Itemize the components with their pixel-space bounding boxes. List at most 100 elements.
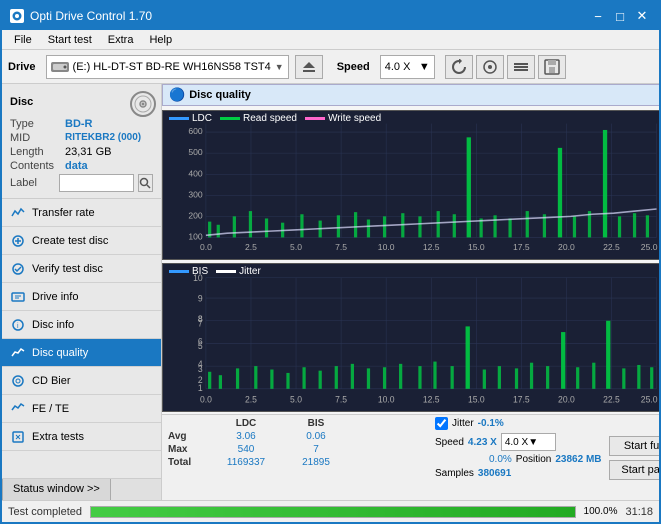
stats-avg-row: Avg 3.06 0.06 (166, 430, 431, 443)
disc-button[interactable] (476, 55, 504, 79)
nav-transfer-rate-label: Transfer rate (32, 207, 95, 219)
time-display: 31:18 (625, 506, 653, 518)
minimize-button[interactable]: − (589, 7, 607, 25)
avg-jitter-empty (351, 430, 431, 443)
max-bis: 7 (281, 443, 351, 456)
menu-help[interactable]: Help (141, 32, 180, 48)
disc-section-title: Disc (10, 96, 33, 108)
nav-verify-test-disc-label: Verify test disc (32, 263, 103, 275)
action-buttons: Start full Start part (609, 417, 659, 498)
nav-disc-info-label: Disc info (32, 319, 74, 331)
stats-total-row: Total 1169337 21895 (166, 456, 431, 469)
status-window-button[interactable]: Status window >> (2, 479, 111, 501)
svg-text:15.0: 15.0 (468, 394, 485, 404)
svg-text:5: 5 (198, 340, 203, 350)
disc-info-icon: i (10, 317, 26, 333)
svg-text:12.5: 12.5 (423, 394, 440, 404)
chart2: BIS Jitter (162, 263, 659, 413)
start-full-button[interactable]: Start full (609, 436, 659, 456)
disc-contents-value: data (65, 160, 88, 172)
max-ldc: 540 (211, 443, 281, 456)
chart2-svg: 10 9 8 8 7 6 5 4 3 2 1 10% 8% 6 (163, 264, 659, 412)
svg-text:600: 600 (188, 126, 203, 136)
samples-label: Samples (435, 468, 474, 479)
jitter-checkbox[interactable] (435, 417, 448, 430)
stats-col-jitter-header (351, 417, 431, 430)
stats-col-bis-header: BIS (281, 417, 351, 430)
max-jitter-row: 0.0% Position 23862 MB (435, 454, 605, 465)
total-ldc: 1169337 (211, 456, 281, 469)
nav-create-test-disc-label: Create test disc (32, 235, 108, 247)
svg-text:20.0: 20.0 (558, 394, 575, 404)
close-button[interactable]: ✕ (633, 7, 651, 25)
content-area: 🔵 Disc quality LDC Read speed (162, 84, 659, 500)
svg-text:22.5: 22.5 (603, 394, 620, 404)
speed-stat-label: Speed (435, 437, 464, 448)
sidebar-item-extra-tests[interactable]: Extra tests (2, 423, 161, 451)
nav-fe-te-label: FE / TE (32, 403, 69, 415)
svg-text:100: 100 (188, 232, 203, 242)
drive-selector[interactable]: (E:) HL-DT-ST BD-RE WH16NS58 TST4 ▼ (46, 55, 289, 79)
disc-icon (129, 90, 153, 114)
start-part-button[interactable]: Start part (609, 460, 659, 480)
main-area: Disc Type BD-R MID RITEKBR2 (000) Length… (2, 84, 659, 500)
refresh-button[interactable] (445, 55, 473, 79)
disc-label-input[interactable] (59, 174, 134, 192)
svg-text:10.0: 10.0 (378, 394, 395, 404)
svg-text:25.0 GB: 25.0 GB (641, 242, 659, 252)
eject-button[interactable] (295, 55, 323, 79)
save-button[interactable] (538, 55, 566, 79)
sidebar-item-fe-te[interactable]: FE / TE (2, 395, 161, 423)
svg-text:7.5: 7.5 (335, 242, 347, 252)
sidebar-item-transfer-rate[interactable]: Transfer rate (2, 199, 161, 227)
svg-text:20.0: 20.0 (558, 242, 575, 252)
disc-type-label: Type (10, 118, 65, 130)
jitter-speed-section: Jitter -0.1% Speed 4.23 X 4.0 X ▼ 0.0% (435, 417, 605, 498)
svg-text:400: 400 (188, 168, 203, 178)
status-window-bar: Status window >> (2, 478, 161, 500)
speed-dropdown-arrow: ▼ (419, 61, 430, 73)
panel-title-icon: 🔵 (169, 87, 185, 103)
speed-value: 4.0 X (385, 61, 411, 73)
sidebar-item-drive-info[interactable]: Drive info (2, 283, 161, 311)
legend-ldc: LDC (169, 113, 212, 124)
position-val: 23862 MB (555, 454, 601, 465)
sidebar-item-create-test-disc[interactable]: Create test disc (2, 227, 161, 255)
stats-col-empty (166, 417, 211, 430)
position-label: Position (516, 454, 552, 465)
disc-label-search-button[interactable] (138, 174, 153, 192)
jitter-label: Jitter (239, 266, 261, 277)
sidebar-item-disc-info[interactable]: i Disc info (2, 311, 161, 339)
avg-bis: 0.06 (281, 430, 351, 443)
max-jitter-empty (351, 443, 431, 456)
sidebar-item-cd-bier[interactable]: CD Bier (2, 367, 161, 395)
maximize-button[interactable]: □ (611, 7, 629, 25)
disc-type-row: Type BD-R (10, 118, 153, 130)
chart1-legend: LDC Read speed Write speed (169, 113, 381, 124)
write-label: Write speed (328, 113, 381, 124)
status-text: Test completed (8, 506, 82, 518)
sidebar-disc-section: Disc Type BD-R MID RITEKBR2 (000) Length… (2, 84, 161, 199)
svg-text:500: 500 (188, 147, 203, 157)
panel-title: Disc quality (189, 89, 251, 101)
disc-label-row: Label (10, 174, 153, 192)
speed-selector[interactable]: 4.0 X ▼ (380, 55, 435, 79)
jitter-cb-label: Jitter (452, 418, 474, 429)
sidebar-item-disc-quality[interactable]: Disc quality (2, 339, 161, 367)
speed-stat-selector[interactable]: 4.0 X ▼ (501, 433, 556, 451)
svg-text:7.5: 7.5 (335, 394, 347, 404)
settings-button[interactable] (507, 55, 535, 79)
title-bar-controls: − □ ✕ (589, 7, 651, 25)
menu-extra[interactable]: Extra (100, 32, 142, 48)
menu-start-test[interactable]: Start test (40, 32, 100, 48)
speed-stat-select-val: 4.0 X (505, 437, 528, 448)
max-jitter-val: 0.0% (489, 454, 512, 465)
sidebar: Disc Type BD-R MID RITEKBR2 (000) Length… (2, 84, 162, 500)
disc-header: Disc (10, 90, 153, 114)
disc-contents-row: Contents data (10, 160, 153, 172)
speed-stat-val: 4.23 X (468, 437, 497, 448)
menu-file[interactable]: File (6, 32, 40, 48)
sidebar-item-verify-test-disc[interactable]: Verify test disc (2, 255, 161, 283)
jitter-color-swatch (216, 270, 236, 273)
disc-length-value: 23,31 GB (65, 146, 111, 158)
